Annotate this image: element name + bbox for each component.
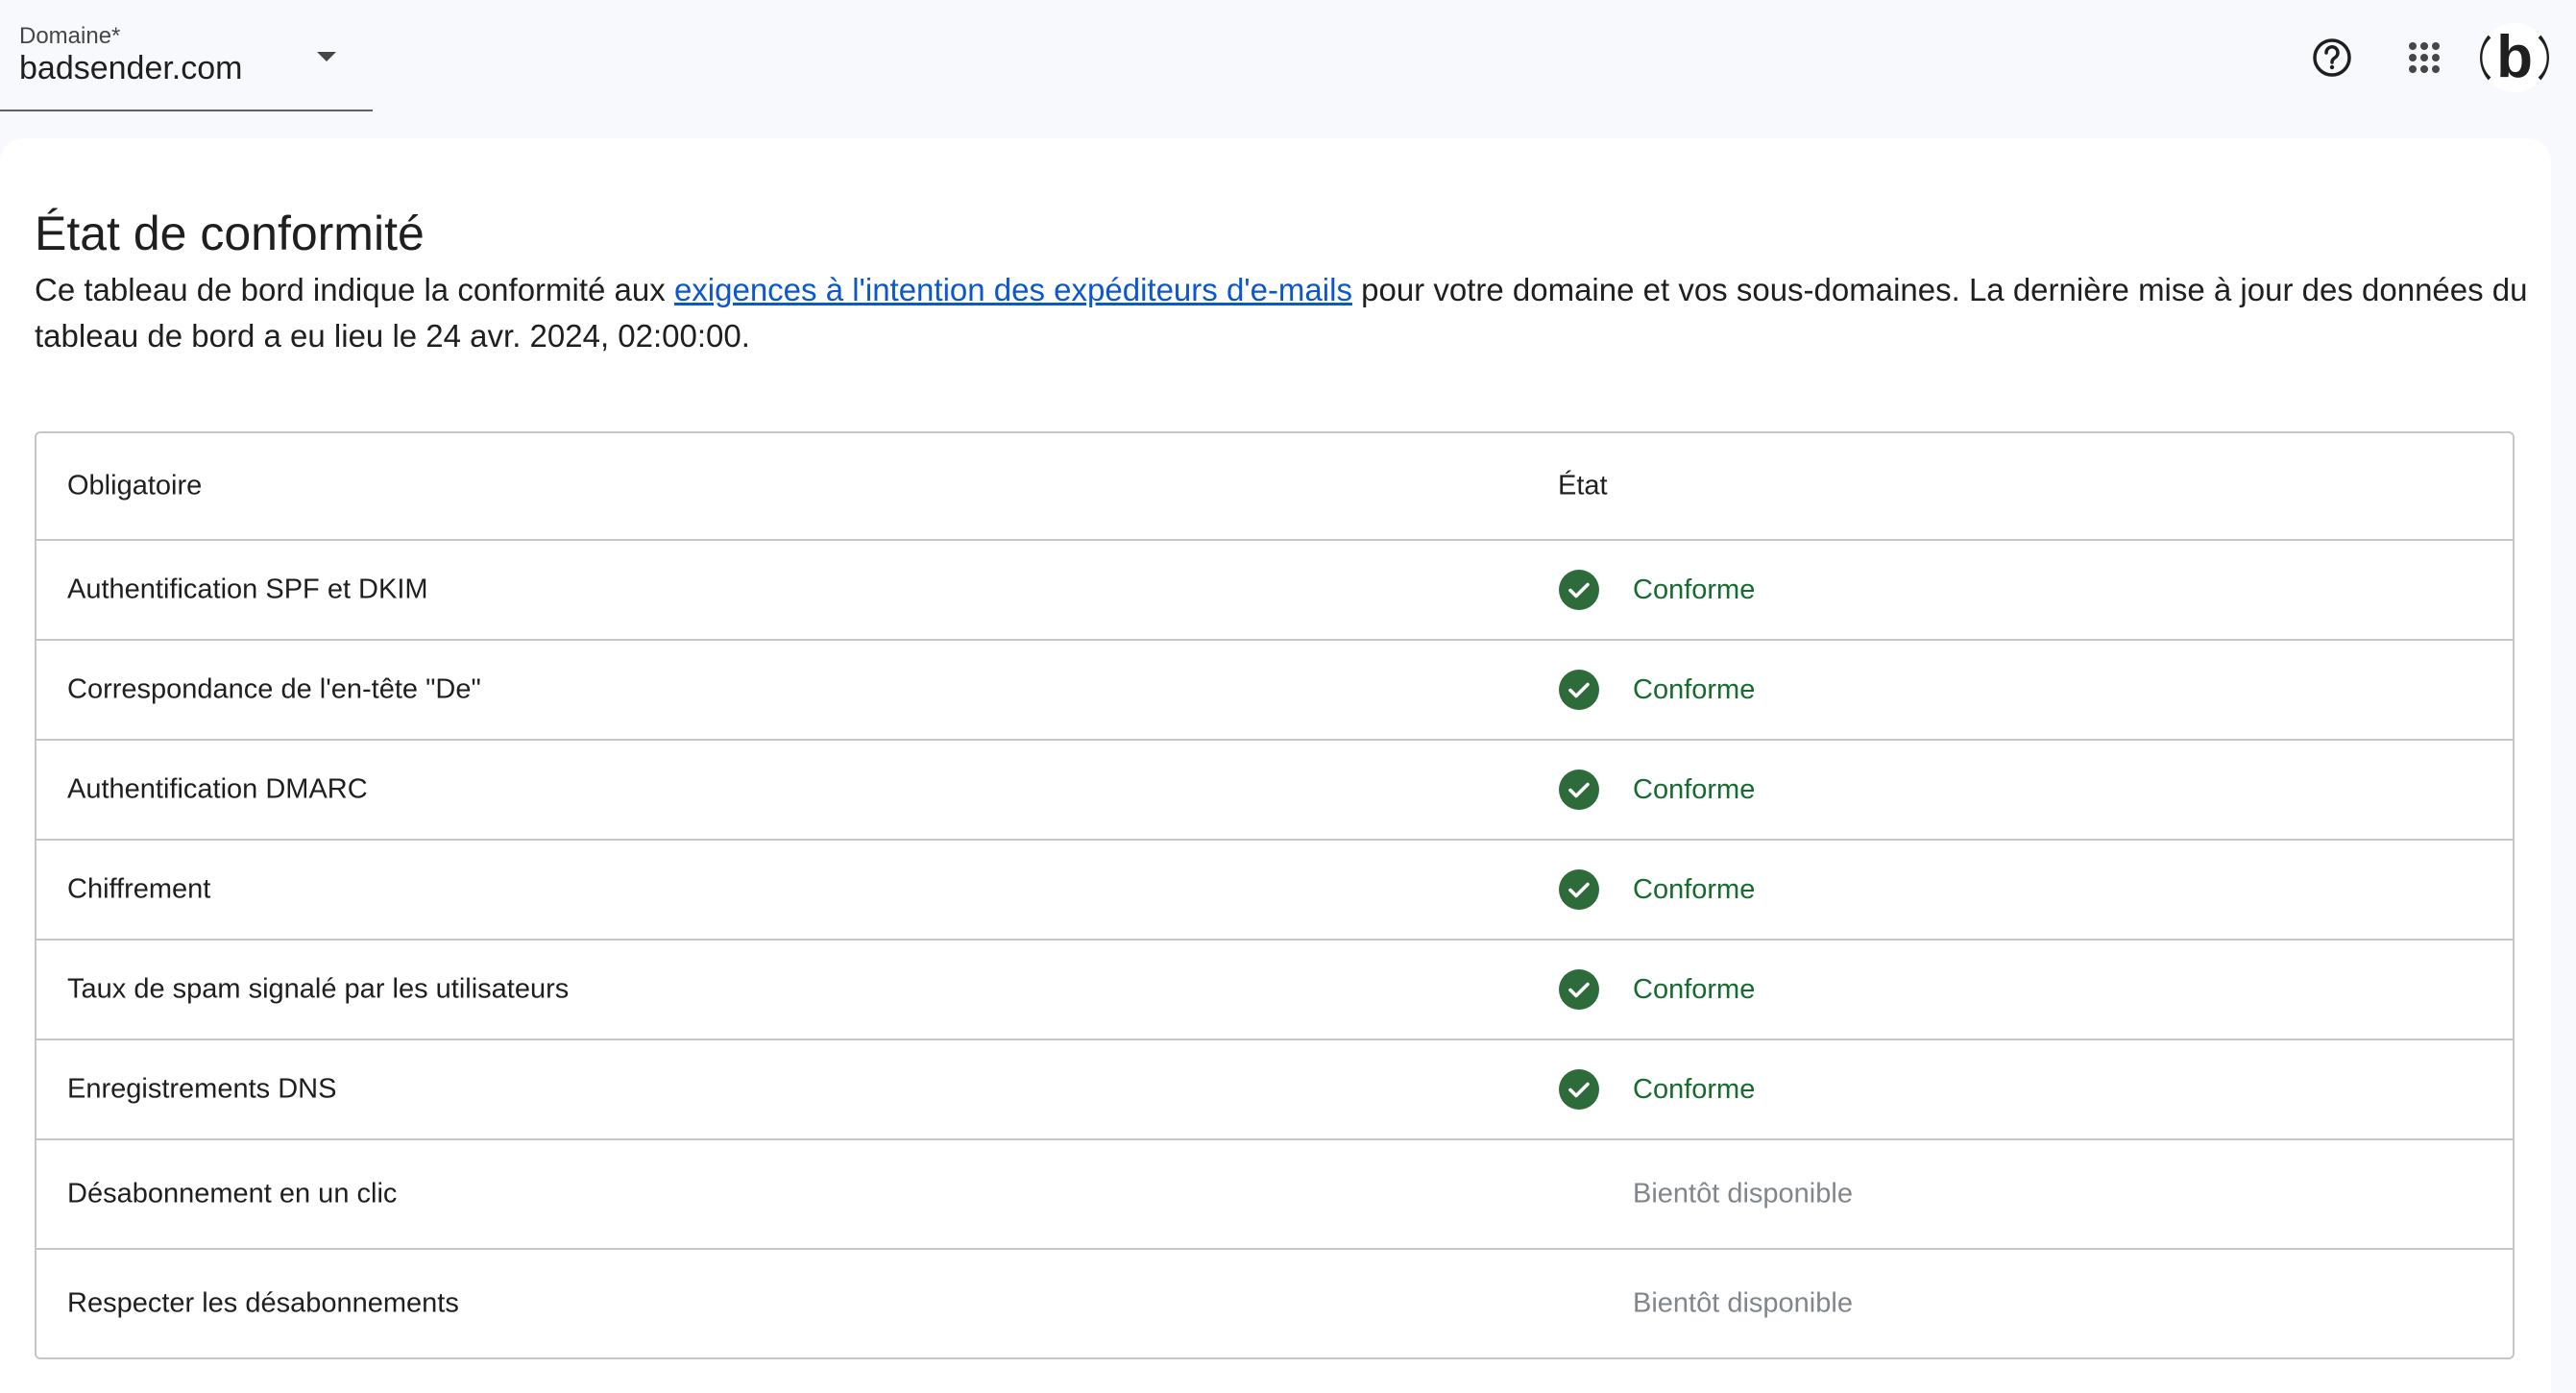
requirement-name: Chiffrement <box>67 873 211 905</box>
check-circle-icon <box>1559 770 1599 810</box>
table-row[interactable]: Taux de spam signalé par les utilisateur… <box>36 939 2513 1039</box>
check-circle-icon <box>1559 869 1599 910</box>
status-text: Conforme <box>1633 574 1756 605</box>
requirement-name: Authentification SPF et DKIM <box>67 574 428 605</box>
status-text: Bientôt disponible <box>1633 1178 1853 1210</box>
top-bar: Domaine* badsender.com b <box>0 0 2576 138</box>
status-text: Conforme <box>1633 673 1756 705</box>
avatar[interactable]: b <box>2480 23 2549 92</box>
status-cell: Conforme <box>1558 569 1755 611</box>
table-row[interactable]: Authentification SPF et DKIM Conforme <box>36 539 2513 639</box>
check-circle-icon <box>1559 969 1599 1010</box>
avatar-letter: b <box>2496 24 2533 90</box>
status-text: Conforme <box>1633 873 1756 905</box>
status-text: Conforme <box>1633 773 1756 805</box>
check-circle-icon <box>1559 570 1599 610</box>
domain-select[interactable]: Domaine* badsender.com <box>0 0 373 111</box>
requirement-name: Authentification DMARC <box>67 773 368 805</box>
status-cell: Conforme <box>1558 769 1755 811</box>
status-text: Conforme <box>1633 973 1756 1005</box>
help-icon[interactable] <box>2301 27 2363 88</box>
status-cell: Conforme <box>1558 669 1755 711</box>
table-row[interactable]: Enregistrements DNS Conforme <box>36 1039 2513 1138</box>
status-cell: Conforme <box>1558 1068 1755 1111</box>
requirement-name: Correspondance de l'en-tête "De" <box>67 673 481 705</box>
compliance-table: Obligatoire État Authentification SPF et… <box>35 431 2515 1359</box>
table-row[interactable]: Chiffrement Conforme <box>36 839 2513 939</box>
table-header-row: Obligatoire État <box>36 433 2513 539</box>
apps-grid-icon[interactable] <box>2394 27 2455 88</box>
column-header-status: État <box>1558 470 1608 501</box>
status-cell: Bientôt disponible <box>1558 1179 1853 1210</box>
table-row[interactable]: Désabonnement en un clic Bientôt disponi… <box>36 1138 2513 1248</box>
requirement-name: Enregistrements DNS <box>67 1073 337 1105</box>
table-row[interactable]: Authentification DMARC Conforme <box>36 739 2513 839</box>
domain-value: badsender.com <box>19 50 243 86</box>
requirement-name: Désabonnement en un clic <box>67 1178 398 1210</box>
table-row[interactable]: Respecter les désabonnements Bientôt dis… <box>36 1248 2513 1357</box>
check-circle-icon <box>1559 670 1599 710</box>
sender-requirements-link[interactable]: exigences à l'intention des expéditeurs … <box>674 272 1352 307</box>
dropdown-arrow-icon <box>317 52 336 61</box>
table-row[interactable]: Correspondance de l'en-tête "De" Conform… <box>36 639 2513 739</box>
status-cell: Conforme <box>1558 868 1755 911</box>
status-text: Bientôt disponible <box>1633 1287 1853 1319</box>
status-text: Conforme <box>1633 1073 1756 1105</box>
requirement-name: Respecter les désabonnements <box>67 1287 459 1319</box>
status-cell: Bientôt disponible <box>1558 1288 1853 1320</box>
page-title: État de conformité <box>35 207 425 260</box>
content-card: État de conformité Ce tableau de bord in… <box>0 138 2551 1393</box>
intro-text-before: Ce tableau de bord indique la conformité… <box>35 272 674 307</box>
domain-label: Domaine* <box>19 23 121 49</box>
status-cell: Conforme <box>1558 968 1755 1011</box>
column-header-requirement: Obligatoire <box>67 470 203 501</box>
check-circle-icon <box>1559 1069 1599 1110</box>
requirement-name: Taux de spam signalé par les utilisateur… <box>67 973 570 1005</box>
intro-text: Ce tableau de bord indique la conformité… <box>35 267 2532 359</box>
